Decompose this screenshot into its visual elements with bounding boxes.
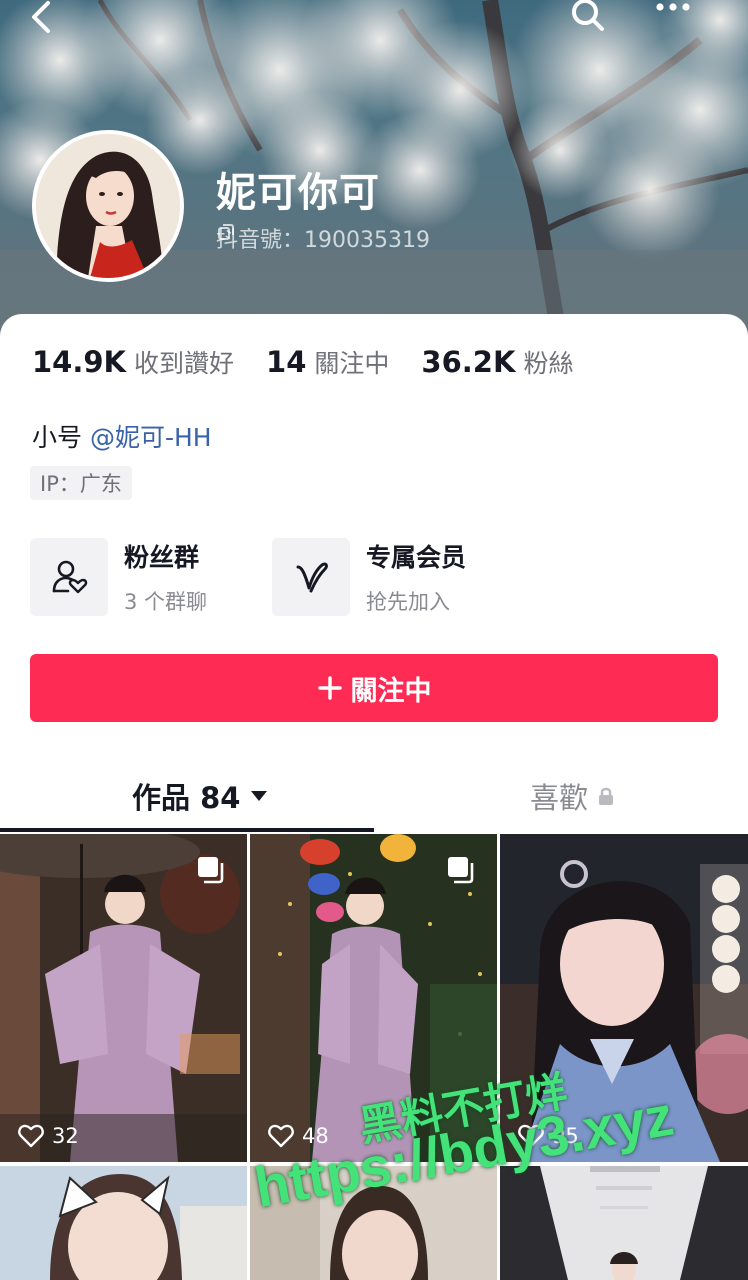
tab-likes-label: 喜歡: [530, 781, 589, 815]
heart-outline-icon: [518, 1124, 544, 1148]
plus-icon: [317, 676, 342, 700]
avatar[interactable]: [32, 130, 184, 282]
like-count-text: 32: [52, 1124, 79, 1148]
stat-label: 粉絲: [523, 349, 574, 378]
avatar-illustration: [36, 134, 180, 278]
fan-group-title: 粉丝群: [124, 543, 200, 572]
like-count-text: 95: [552, 1124, 579, 1148]
video-thumbnail: [0, 1166, 247, 1280]
video-thumbnail: [500, 834, 748, 1162]
content-tabs: 作品 84 喜歡: [0, 766, 748, 832]
tile-like-count: 32: [18, 1124, 79, 1148]
fan-group-subtitle: 3 个群聊: [124, 590, 208, 614]
like-count-text: 48: [302, 1124, 329, 1148]
stat-label: 收到讚好: [134, 349, 235, 378]
vip-icon-box: [272, 538, 350, 616]
douyin-id-text: 抖音號：190035319: [216, 228, 430, 253]
profile-banner: 妮可你可 抖音號：190035319: [0, 0, 748, 340]
video-tile[interactable]: 48: [250, 834, 497, 1162]
douyin-id[interactable]: 抖音號：190035319: [216, 222, 430, 254]
vip-subtitle: 抢先加入: [366, 590, 450, 614]
video-tile[interactable]: 95: [500, 834, 748, 1162]
tile-like-count: 48: [268, 1124, 329, 1148]
fan-group-icon-box: [30, 538, 108, 616]
bio-prefix: 小号: [32, 423, 83, 452]
stat-label: 關注中: [314, 349, 390, 378]
video-thumbnail: [250, 1166, 497, 1280]
tile-like-count: 95: [518, 1124, 579, 1148]
user-heart-icon: [52, 560, 88, 594]
tab-active-indicator: [0, 828, 374, 832]
vip-membership-entry[interactable]: 专属会员 抢先加入: [272, 538, 466, 616]
stat-following[interactable]: 14 關注中: [266, 344, 389, 380]
bio-mention-link[interactable]: @妮可-HH: [90, 423, 212, 452]
chevron-left-icon: [32, 1, 50, 33]
multi-image-icon: [448, 857, 474, 884]
vip-title: 专属会员: [366, 543, 467, 572]
stats-row: 14.9K 收到讚好 14 關注中 36.2K 粉絲: [32, 344, 605, 380]
stat-followers[interactable]: 36.2K 粉絲: [421, 344, 573, 380]
back-button[interactable]: [28, 0, 88, 40]
search-button[interactable]: [570, 0, 640, 40]
tab-works[interactable]: 作品 84: [132, 766, 268, 826]
tab-works-label: 作品 84: [132, 781, 241, 815]
video-grid: 32 48 95: [0, 834, 748, 1280]
tab-likes[interactable]: 喜歡: [530, 766, 614, 826]
video-tile[interactable]: 32: [0, 834, 247, 1162]
stat-value: 36.2K: [421, 345, 516, 379]
heart-outline-icon: [268, 1124, 294, 1148]
follow-button[interactable]: 關注中: [30, 654, 718, 722]
more-button[interactable]: [656, 0, 720, 40]
heart-outline-icon: [18, 1124, 44, 1148]
follow-button-label: 關注中: [350, 675, 432, 707]
v-icon: [296, 562, 328, 593]
video-tile[interactable]: [0, 1166, 247, 1280]
video-tile[interactable]: [500, 1166, 748, 1280]
video-tile[interactable]: [250, 1166, 497, 1280]
lock-icon: [599, 787, 614, 805]
video-thumbnail: [500, 1166, 748, 1280]
copy-icon[interactable]: [216, 222, 236, 242]
more-dots-icon: [656, 3, 690, 11]
profile-nickname: 妮可你可: [216, 170, 380, 216]
caret-down-icon: [251, 791, 268, 801]
ip-location-tag: IP：广东: [30, 466, 132, 500]
fan-group-entry[interactable]: 粉丝群 3 个群聊: [30, 538, 207, 616]
bio: 小号 @妮可-HH: [32, 418, 212, 454]
multi-image-icon: [198, 857, 224, 884]
search-icon: [572, 0, 604, 31]
stat-value: 14: [266, 345, 307, 379]
stat-value: 14.9K: [32, 345, 127, 379]
stat-likes-received[interactable]: 14.9K 收到讚好: [32, 344, 234, 380]
